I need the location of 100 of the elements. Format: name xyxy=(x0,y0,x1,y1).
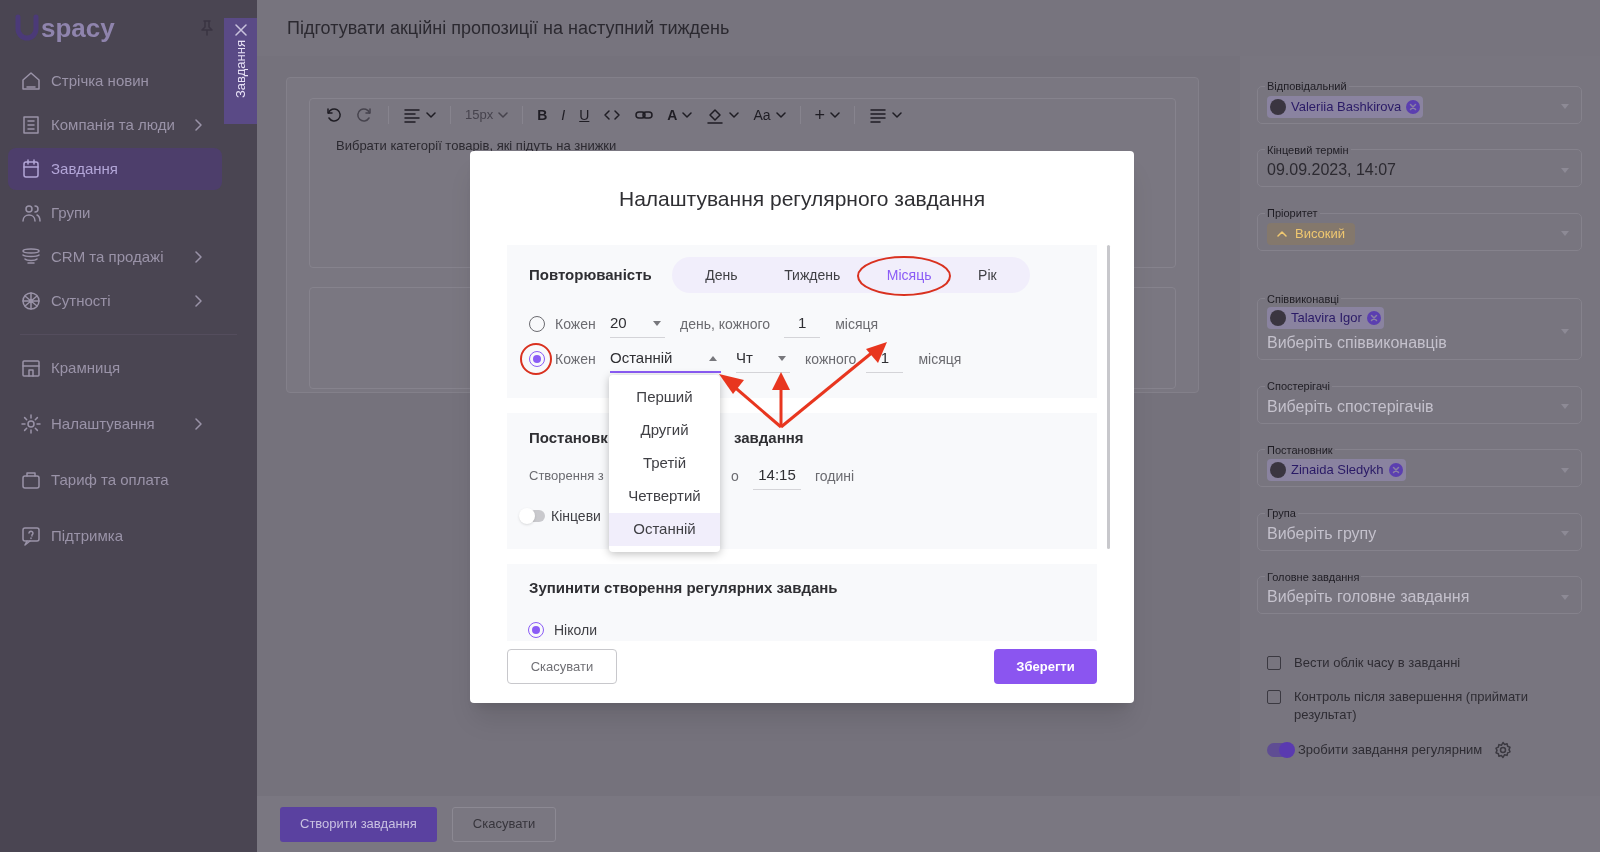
toolbar-button[interactable]: + xyxy=(808,102,847,128)
avatar xyxy=(1270,462,1286,478)
toggle-label: Кінцеви xyxy=(551,506,601,526)
menu-item[interactable]: Третій xyxy=(609,447,720,480)
side-tab[interactable]: Завдання xyxy=(224,18,257,124)
section-heading: Зупинити створення регулярних завдань xyxy=(529,577,838,598)
period-tab[interactable]: День xyxy=(697,264,746,286)
caret-icon xyxy=(830,112,841,118)
field-label: Кінцевий термін xyxy=(1266,142,1350,158)
caret-icon xyxy=(709,355,717,361)
dialog-title: Налаштування регулярного завдання xyxy=(618,187,986,210)
option-label: Створення з xyxy=(529,467,604,486)
field-label: Пріоритет xyxy=(1266,206,1319,221)
time-field[interactable]: 14:15 xyxy=(753,462,801,490)
person-chip[interactable]: Zinaida Sledykh xyxy=(1267,459,1406,481)
avatar xyxy=(1270,310,1286,326)
checkbox-label: Вести облік часу в завданні xyxy=(1294,654,1462,672)
sidebar-item[interactable]: Тариф та оплата xyxy=(8,459,222,501)
logo-icon xyxy=(15,14,39,42)
calendar-icon xyxy=(20,158,42,180)
toolbar-button[interactable]: B xyxy=(531,102,554,128)
priority-chip: Високий xyxy=(1267,222,1356,245)
person-chip[interactable]: Valeriia Bashkirova xyxy=(1267,95,1424,118)
chevron-right-icon xyxy=(194,418,202,430)
redo-icon xyxy=(356,106,374,124)
person-chip[interactable]: Talavira Igor xyxy=(1267,307,1384,329)
option-label: місяця xyxy=(918,349,962,369)
caret-icon xyxy=(682,112,693,118)
caret-icon xyxy=(498,112,509,118)
field-placeholder: Виберіть головне завдання xyxy=(1267,587,1471,607)
option-label: Кожен xyxy=(555,314,597,334)
toggle-switch[interactable] xyxy=(1267,742,1293,757)
select-field[interactable]: Останній xyxy=(610,345,721,373)
scrollbar[interactable] xyxy=(1107,245,1110,549)
period-tab[interactable]: Тиждень xyxy=(776,264,849,286)
sidebar-item[interactable]: Сутності xyxy=(8,280,222,322)
select-field[interactable]: 20 xyxy=(610,310,665,338)
menu-item[interactable]: Четвертий xyxy=(609,480,720,513)
field-label: Головне завдання xyxy=(1266,569,1361,585)
option-label: день, кожного xyxy=(680,314,771,334)
chevron-right-icon xyxy=(194,119,202,131)
section-heading: Постановк xyxy=(529,428,608,448)
create-task-button[interactable]: Створити завдання xyxy=(280,806,437,842)
house-icon xyxy=(20,70,42,92)
toolbar-button[interactable]: I xyxy=(555,102,572,128)
sidebar-item[interactable]: CRM та продажі xyxy=(8,236,222,278)
field-label: Група xyxy=(1266,506,1297,521)
option-label: годині xyxy=(815,466,855,486)
avatar xyxy=(1270,98,1286,115)
people-icon xyxy=(20,202,42,224)
save-button[interactable]: Зберегти xyxy=(994,649,1097,684)
section-heading: завдання xyxy=(734,428,804,448)
cancel-button[interactable]: Скасувати xyxy=(507,649,617,684)
align-lines-icon xyxy=(403,106,421,124)
caret-icon xyxy=(892,112,903,118)
toolbar-button[interactable]: A xyxy=(661,102,699,128)
field-label: Постановник xyxy=(1266,442,1334,458)
sidebar-item[interactable]: Стрічка новин xyxy=(8,60,222,102)
toolbar-button[interactable]: Aa xyxy=(747,102,792,128)
sidebar-item[interactable]: Підтримка xyxy=(8,515,222,557)
settings-icon xyxy=(1494,740,1513,759)
menu-item[interactable]: Останній xyxy=(609,513,720,546)
align-lines-icon xyxy=(869,106,888,124)
menu-item[interactable]: Перший xyxy=(609,381,720,414)
checkbox[interactable] xyxy=(1267,690,1281,704)
sidebar-item[interactable]: Налаштування xyxy=(8,403,222,445)
field-placeholder: Виберіть групу xyxy=(1267,523,1378,544)
caret-icon xyxy=(653,321,661,326)
period-tab[interactable]: Рік xyxy=(970,264,1005,286)
option-label: кожного xyxy=(805,349,857,369)
caret-icon xyxy=(775,112,786,118)
number-field[interactable]: 1 xyxy=(784,310,821,338)
checkbox[interactable] xyxy=(1267,656,1281,670)
checkbox-label: Контроль після завершення (приймати результат) xyxy=(1294,688,1530,724)
period-tab[interactable]: Місяць xyxy=(878,264,940,286)
menu-item[interactable]: Другий xyxy=(609,414,720,447)
toolbar-button[interactable]: U xyxy=(573,102,596,128)
highlight-circle xyxy=(520,343,552,375)
select-field[interactable]: Чт xyxy=(736,345,790,373)
sidebar-item[interactable]: Завдання xyxy=(8,148,222,190)
logo-text: spacy xyxy=(41,15,115,41)
remove-icon xyxy=(1366,311,1381,325)
sidebar-item[interactable]: Крамниця xyxy=(8,347,222,389)
caret-icon xyxy=(426,112,436,118)
sidebar-item[interactable]: Групи xyxy=(8,192,222,234)
toggle-switch[interactable] xyxy=(521,510,545,522)
cancel-button[interactable]: Скасувати xyxy=(451,806,557,842)
building-icon xyxy=(20,114,42,136)
option-label: місяця xyxy=(835,314,879,334)
field-label: Співвиконавці xyxy=(1266,291,1340,307)
remove-icon xyxy=(1406,99,1421,114)
section-heading: Повторюваність xyxy=(529,264,653,285)
caret-icon xyxy=(778,356,786,361)
field-label: Відповідальний xyxy=(1266,79,1348,94)
store-icon xyxy=(20,357,42,379)
chevron-right-icon xyxy=(194,251,202,263)
toggle-label: Зробити завдання регулярним xyxy=(1298,741,1483,759)
sidebar-item[interactable]: Компанія та люди xyxy=(8,104,222,146)
undo-icon xyxy=(324,106,342,124)
wallet-icon xyxy=(20,469,42,491)
